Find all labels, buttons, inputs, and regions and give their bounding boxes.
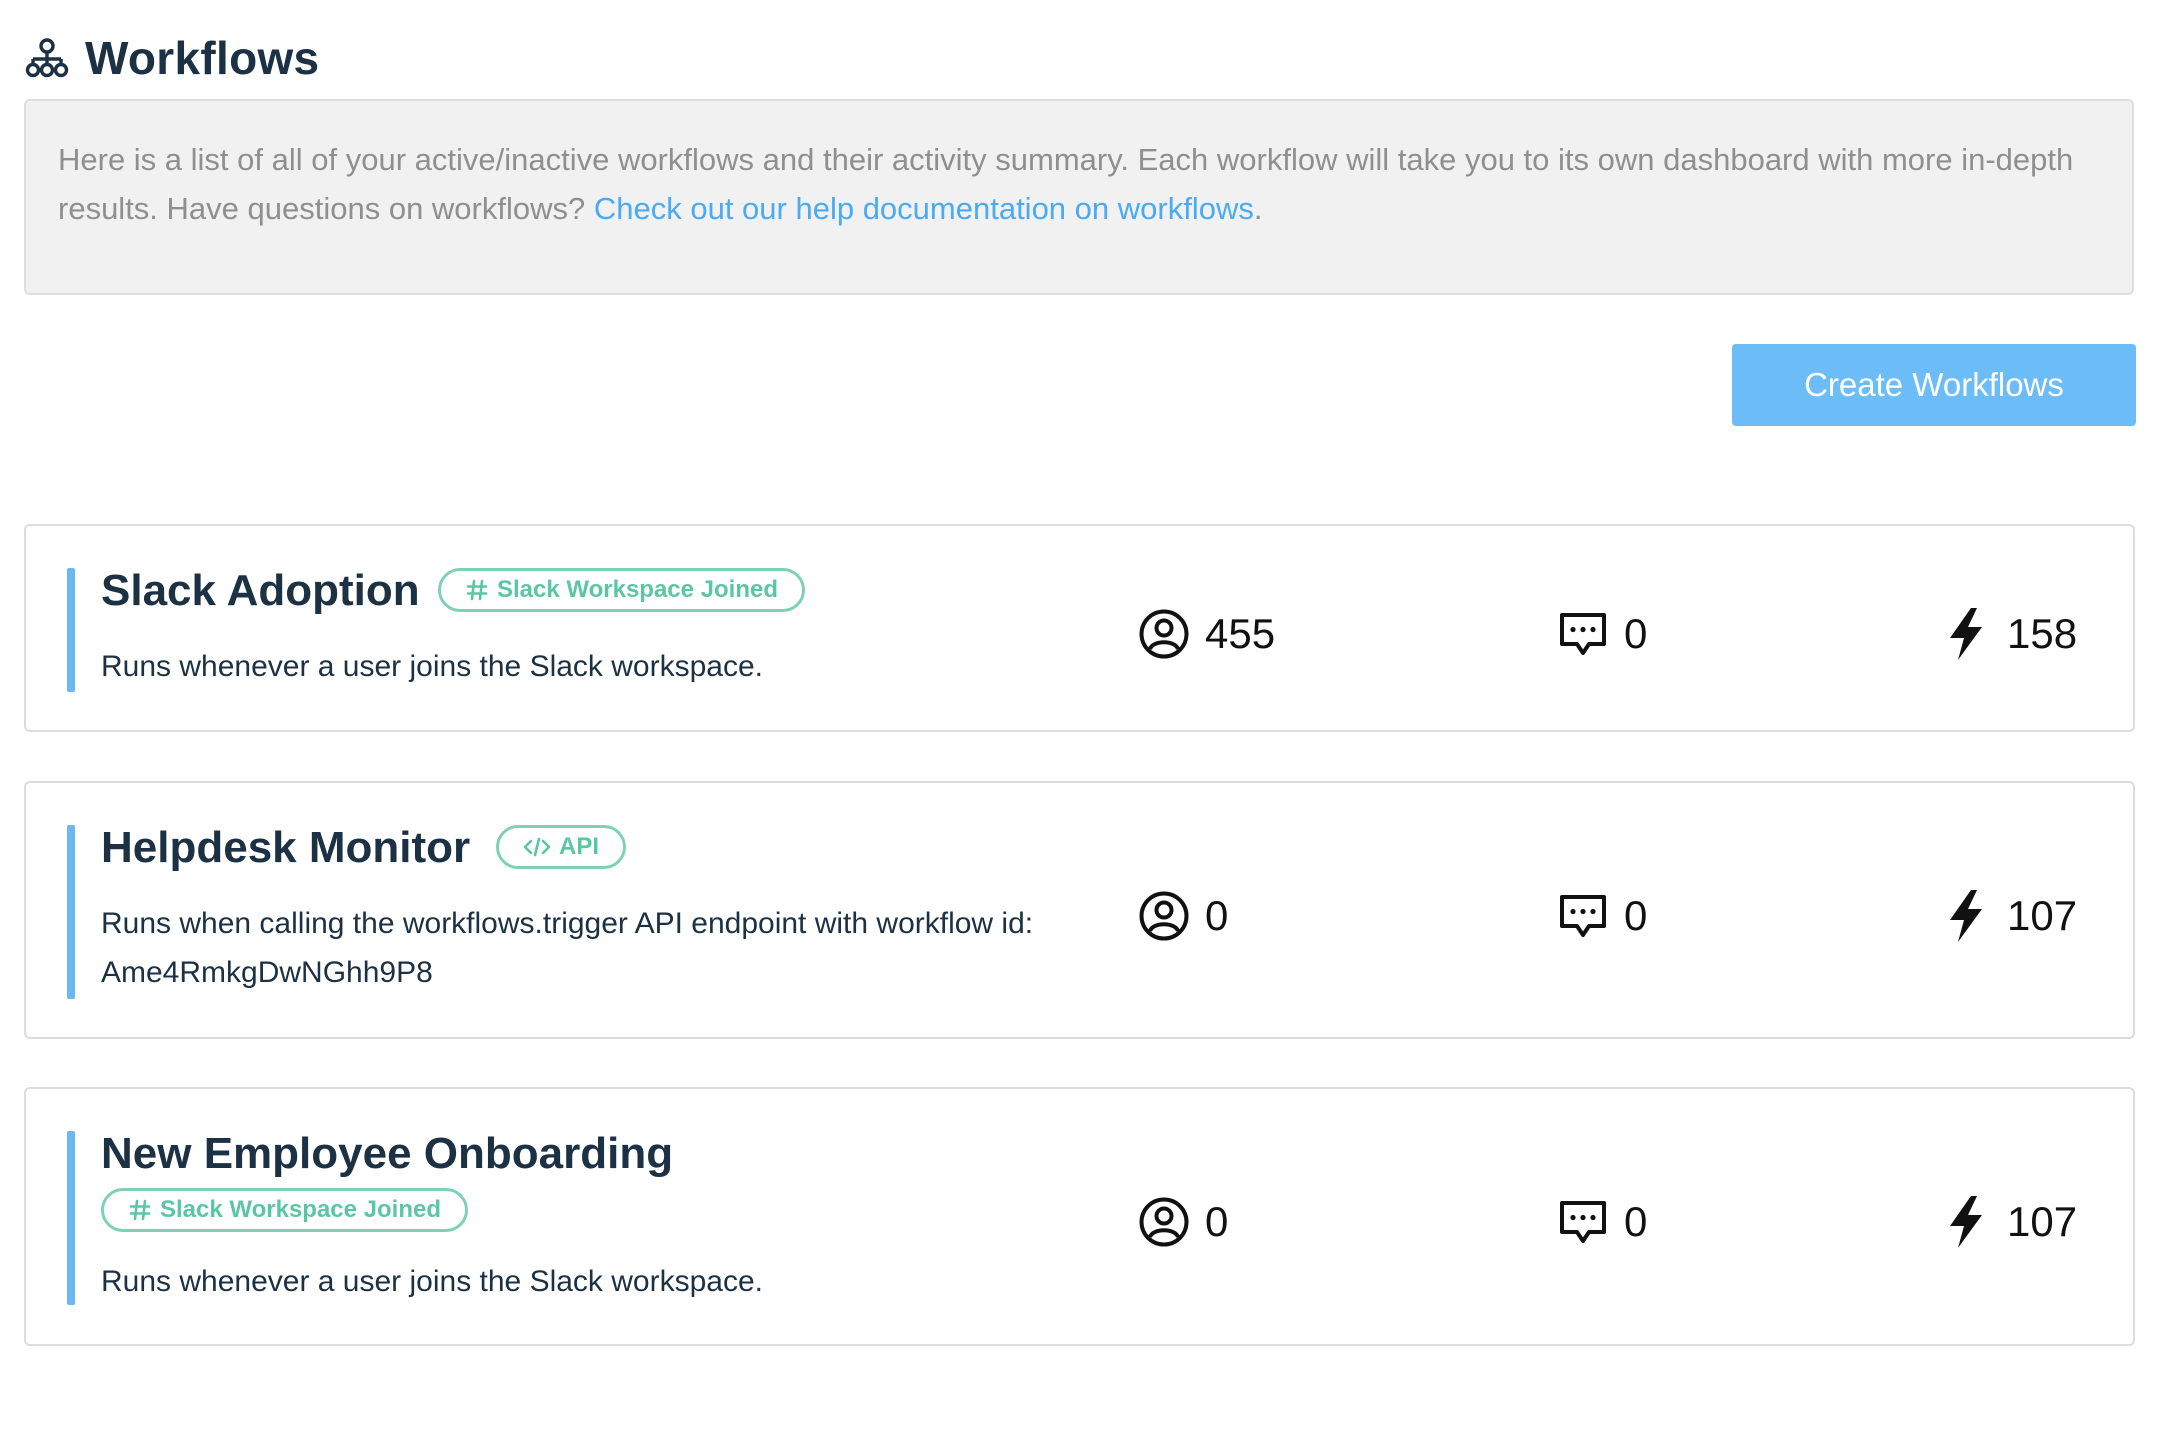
- help-docs-link[interactable]: Check out our help documentation on work…: [594, 191, 1254, 226]
- badge-label: Slack Workspace Joined: [497, 576, 779, 603]
- trigger-badge: Slack Workspace Joined: [101, 1188, 469, 1232]
- badge-label: API: [559, 833, 600, 860]
- slack-hash-icon: [465, 578, 489, 602]
- user-circle-icon: [1137, 1195, 1191, 1249]
- workflow-tree-icon: [25, 38, 69, 78]
- messages-count: 0: [1624, 892, 1648, 939]
- runs-count: 107: [2007, 1198, 2078, 1245]
- chat-bubble-icon: [1556, 889, 1610, 943]
- messages-count: 0: [1624, 1198, 1648, 1245]
- workflow-title[interactable]: Slack Adoption: [101, 566, 420, 616]
- user-circle-icon: [1137, 889, 1191, 943]
- workflow-title[interactable]: New Employee Onboarding: [101, 1129, 673, 1179]
- trigger-badge: Slack Workspace Joined: [438, 568, 806, 612]
- intro-trailing: .: [1253, 191, 1263, 226]
- intro-panel: Here is a list of all of your active/ina…: [24, 99, 2134, 295]
- runs-stat: 107: [1939, 888, 2077, 944]
- lightning-bolt-icon: [1939, 889, 1993, 943]
- messages-stat: 0: [1556, 1194, 1647, 1250]
- lightning-bolt-icon: [1939, 607, 1993, 661]
- workflow-card[interactable]: New Employee Onboarding Slack Workspace …: [24, 1087, 2135, 1346]
- card-accent-bar: [67, 825, 75, 999]
- code-icon: [523, 836, 551, 858]
- runs-stat: 158: [1939, 606, 2077, 662]
- users-count: 0: [1205, 1198, 1229, 1245]
- runs-count: 107: [2007, 892, 2078, 939]
- workflow-description: Runs when calling the workflows.trigger …: [101, 907, 1034, 989]
- workflow-card[interactable]: Helpdesk Monitor API Runs when calling t…: [24, 781, 2135, 1039]
- badge-label: Slack Workspace Joined: [160, 1196, 442, 1223]
- workflow-title[interactable]: Helpdesk Monitor: [101, 823, 470, 873]
- users-stat: 455: [1137, 606, 1275, 662]
- user-circle-icon: [1137, 607, 1191, 661]
- workflow-card[interactable]: Slack Adoption Slack Workspace Joined Ru…: [24, 524, 2135, 732]
- create-workflows-button[interactable]: Create Workflows: [1732, 344, 2136, 426]
- workflow-description: Runs whenever a user joins the Slack wor…: [101, 650, 763, 683]
- slack-hash-icon: [128, 1198, 152, 1222]
- runs-stat: 107: [1939, 1194, 2077, 1250]
- users-stat: 0: [1137, 1194, 1228, 1250]
- card-accent-bar: [67, 1131, 75, 1305]
- users-count: 0: [1205, 892, 1229, 939]
- messages-stat: 0: [1556, 606, 1647, 662]
- page-header: Workflows: [25, 30, 319, 86]
- chat-bubble-icon: [1556, 1195, 1610, 1249]
- messages-stat: 0: [1556, 888, 1647, 944]
- users-count: 455: [1205, 610, 1276, 657]
- chat-bubble-icon: [1556, 607, 1610, 661]
- runs-count: 158: [2007, 610, 2078, 657]
- messages-count: 0: [1624, 610, 1648, 657]
- trigger-badge: API: [496, 825, 627, 869]
- card-accent-bar: [67, 568, 75, 692]
- workflow-description: Runs whenever a user joins the Slack wor…: [101, 1265, 763, 1298]
- page-title: Workflows: [85, 32, 320, 84]
- users-stat: 0: [1137, 888, 1228, 944]
- lightning-bolt-icon: [1939, 1195, 1993, 1249]
